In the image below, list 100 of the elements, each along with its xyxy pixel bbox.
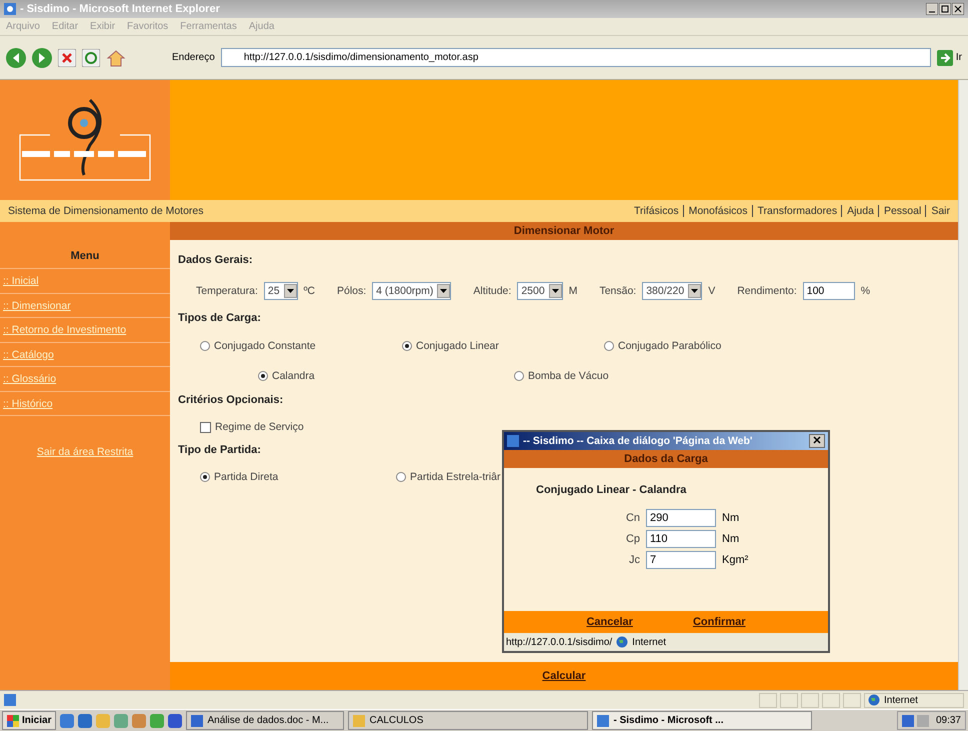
maximize-icon[interactable] bbox=[939, 3, 951, 15]
status-panel bbox=[801, 692, 819, 708]
status-panel bbox=[843, 692, 861, 708]
app-icon bbox=[597, 714, 610, 726]
dialog-link[interactable]: Cancelar bbox=[586, 616, 633, 628]
input-field[interactable]: 100 bbox=[802, 282, 855, 300]
checkbox[interactable] bbox=[200, 422, 211, 432]
unit-label: Nm bbox=[722, 533, 740, 545]
browser-icon bbox=[507, 435, 519, 447]
nav-link[interactable]: Transformadores bbox=[752, 205, 838, 217]
close-icon bbox=[813, 436, 821, 444]
quick-launch-icon[interactable] bbox=[168, 714, 182, 728]
browser-icon bbox=[4, 3, 16, 15]
window-title: - Sisdimo - Microsoft Internet Explorer bbox=[20, 3, 220, 15]
section-heading: Dados Gerais: bbox=[178, 254, 253, 268]
option-label: Conjugado Parabólico bbox=[618, 340, 722, 352]
tray-icon[interactable] bbox=[902, 714, 930, 726]
forward-icon[interactable] bbox=[32, 48, 52, 68]
input-field[interactable]: 7 bbox=[646, 551, 716, 569]
field-label: Altitude: bbox=[473, 285, 512, 297]
back-icon[interactable] bbox=[6, 48, 26, 68]
option-label: Conjugado Constante bbox=[214, 340, 316, 352]
globe-icon bbox=[616, 636, 628, 648]
option-label: Partida Estrela-triâr bbox=[410, 471, 500, 483]
field-label: Pólos: bbox=[336, 285, 366, 297]
section-heading: Tipo de Partida: bbox=[178, 444, 261, 458]
dialog-link[interactable]: Confirmar bbox=[692, 616, 746, 628]
unit-label: % bbox=[860, 285, 870, 297]
calculate-link[interactable]: Calcular bbox=[542, 670, 586, 682]
option-label: Conjugado Linear bbox=[416, 340, 499, 352]
radio-button[interactable] bbox=[396, 472, 406, 482]
field-label: Temperatura: bbox=[196, 285, 258, 297]
field-label: Cp bbox=[624, 533, 640, 545]
select-field[interactable]: 25 bbox=[264, 282, 298, 300]
radio-button[interactable] bbox=[258, 371, 268, 381]
status-panel bbox=[759, 692, 777, 708]
quick-launch-icon[interactable] bbox=[150, 714, 164, 728]
select-field[interactable]: 2500 bbox=[517, 282, 563, 300]
windows-logo-icon bbox=[7, 714, 19, 726]
status-url: http://127.0.0.1/sisdimo/ bbox=[506, 636, 612, 648]
zone-label: Internet bbox=[632, 636, 666, 648]
radio-button[interactable] bbox=[514, 371, 524, 381]
go-icon[interactable] bbox=[936, 50, 953, 66]
quick-launch-icon[interactable] bbox=[114, 714, 128, 728]
stop-icon[interactable] bbox=[58, 48, 76, 66]
option-label: Partida Direta bbox=[214, 471, 278, 483]
nav-link[interactable]: Pessoal bbox=[878, 205, 922, 217]
unit-label: Nm bbox=[722, 512, 740, 524]
dialog-subtitle: Conjugado Linear - Calandra bbox=[536, 484, 688, 496]
quick-launch-icon[interactable] bbox=[78, 714, 92, 728]
scrollbar[interactable] bbox=[958, 80, 968, 690]
taskbar-button[interactable]: CALCULOS bbox=[348, 711, 588, 730]
close-icon[interactable] bbox=[952, 3, 964, 15]
app-icon bbox=[353, 714, 366, 726]
nav-link[interactable]: Monofásicos bbox=[682, 205, 748, 217]
site-tagline: Sistema de Dimensionamento de Motores bbox=[8, 205, 204, 217]
start-button[interactable]: Iniciar bbox=[2, 711, 56, 730]
unit-label: M bbox=[568, 285, 578, 297]
home-icon[interactable] bbox=[106, 48, 126, 66]
dialog-heading: Dados da Carga bbox=[504, 450, 828, 468]
nav-link[interactable]: Sair bbox=[925, 205, 950, 217]
radio-button[interactable] bbox=[200, 472, 210, 482]
radio-button[interactable] bbox=[604, 341, 614, 351]
clock: 09:37 bbox=[936, 715, 961, 726]
quick-launch-icon[interactable] bbox=[132, 714, 146, 728]
caret-icon bbox=[286, 289, 294, 293]
taskbar-button[interactable]: - Sisdimo - Microsoft ... bbox=[592, 711, 812, 730]
field-label: Cn bbox=[624, 512, 640, 524]
input-field[interactable]: 290 bbox=[646, 509, 716, 527]
address-label: Endereço bbox=[172, 52, 215, 63]
option-label: Regime de Serviço bbox=[215, 421, 304, 433]
select-field[interactable]: 380/220 bbox=[642, 282, 702, 300]
address-field[interactable]: http://127.0.0.1/sisdimo/dimensionamento_motor.asp bbox=[220, 48, 931, 67]
radio-button[interactable] bbox=[402, 341, 412, 351]
taskbar-button[interactable]: Análise de dados.doc - M... bbox=[186, 711, 344, 730]
unit-label: V bbox=[708, 285, 716, 297]
status-panel bbox=[822, 692, 840, 708]
close-button[interactable] bbox=[809, 434, 825, 448]
unit-label: ºC bbox=[304, 285, 315, 297]
refresh-icon[interactable] bbox=[82, 48, 100, 66]
option-label: Bomba de Vácuo bbox=[528, 370, 609, 382]
zone-label: Internet bbox=[884, 694, 918, 706]
go-label[interactable]: Ir bbox=[956, 52, 962, 63]
globe-icon bbox=[868, 694, 880, 706]
input-field[interactable]: 110 bbox=[646, 530, 716, 548]
select-field[interactable]: 4 (1800rpm) bbox=[372, 282, 452, 300]
page-title: Dimensionar Motor bbox=[170, 222, 958, 240]
caret-icon bbox=[440, 289, 448, 293]
nav-link[interactable]: Ajuda bbox=[841, 205, 874, 217]
app-icon bbox=[191, 714, 204, 726]
dialog-title: -- Sisdimo -- Caixa de diálogo 'Página da Web' bbox=[523, 435, 752, 447]
radio-button[interactable] bbox=[200, 341, 210, 351]
section-heading: Tipos de Carga: bbox=[178, 312, 261, 326]
field-label: Jc bbox=[628, 554, 640, 566]
quick-launch-icon[interactable] bbox=[60, 714, 74, 728]
option-label: Calandra bbox=[272, 370, 315, 382]
minimize-icon[interactable] bbox=[926, 3, 938, 15]
nav-link[interactable]: Trifásicos bbox=[634, 205, 679, 217]
field-label: Tensão: bbox=[599, 285, 636, 297]
caret-icon bbox=[691, 289, 698, 293]
